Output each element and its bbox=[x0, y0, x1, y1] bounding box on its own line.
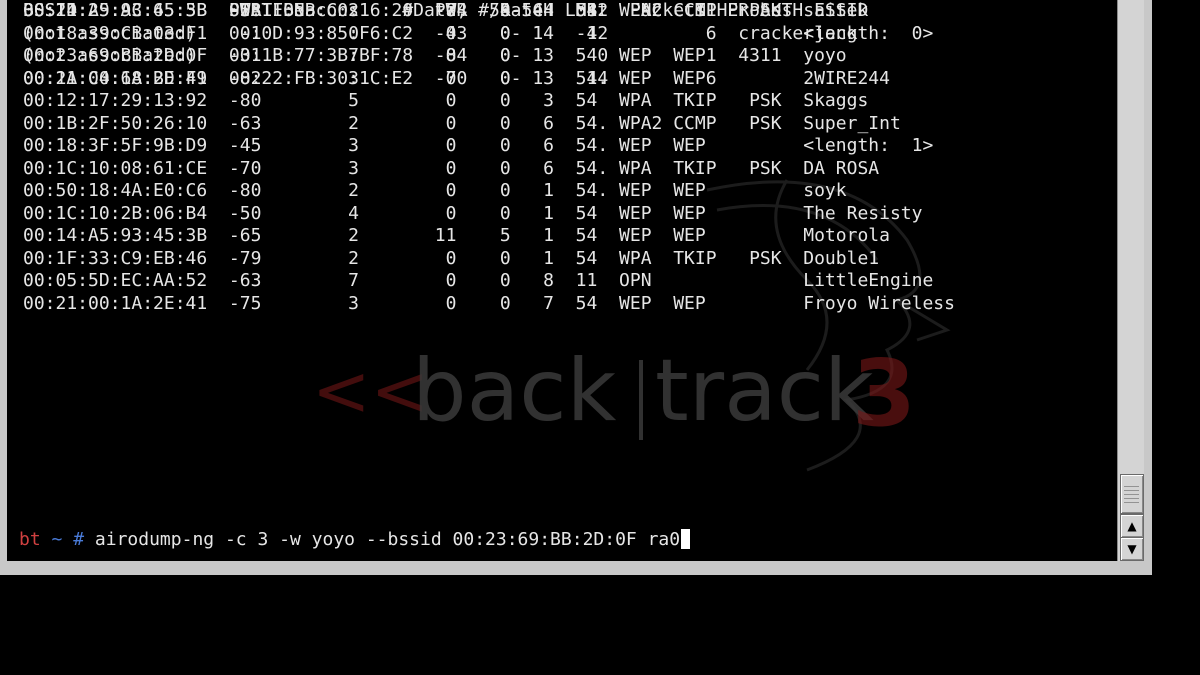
ap-row: 00:14:A5:93:45:3B -65 2 11 5 1 54 WEP WE… bbox=[23, 225, 890, 246]
terminal-window: << back track 3 BSSID PWR Beacons #Data,… bbox=[0, 0, 1152, 575]
scroll-down-button[interactable]: ▼ bbox=[1120, 537, 1144, 561]
station-table: 00:14:A5:93:45:3B 00:1F:5B:C0:16:20 -74 … bbox=[7, 0, 857, 90]
text-cursor bbox=[681, 529, 691, 549]
ap-row: 00:1F:33:C9:EB:46 -79 2 0 0 1 54 WPA TKI… bbox=[23, 247, 880, 269]
command-input[interactable]: airodump-ng -c 3 -w yoyo --bssid 00:23:6… bbox=[95, 529, 680, 550]
prompt-symbol: # bbox=[73, 529, 85, 550]
station-row: 00:14:A5:93:45:3B 00:1F:5B:C0:16:20 -74 … bbox=[23, 0, 717, 21]
vertical-scrollbar[interactable]: ▲ ▼ bbox=[1117, 0, 1144, 561]
ap-row: 00:05:5D:EC:AA:52 -63 7 0 0 8 11 OPN Lit… bbox=[23, 270, 934, 291]
prompt-path: ~ bbox=[51, 529, 63, 550]
ap-row: 00:1B:2F:50:26:10 -63 2 0 0 6 54. WPA2 C… bbox=[23, 112, 901, 134]
ap-row: 00:1C:10:2B:06:B4 -50 4 0 0 1 54 WEP WEP… bbox=[23, 202, 923, 224]
terminal-output-area[interactable]: << back track 3 BSSID PWR Beacons #Data,… bbox=[7, 0, 1117, 561]
scrollbar-thumb[interactable] bbox=[1120, 474, 1144, 514]
ap-row: 00:1C:10:08:61:CE -70 3 0 0 6 54. WPA TK… bbox=[23, 157, 880, 179]
svg-text:3: 3 bbox=[852, 340, 916, 447]
station-row: (not associated) 00:0D:93:85:F6:C2 -43 0… bbox=[23, 22, 858, 44]
station-row: (not associated) 00:1B:77:3B:BF:78 -84 0… bbox=[23, 45, 782, 66]
svg-text:back: back bbox=[412, 341, 617, 441]
command-prompt-line[interactable]: bt ~ # airodump-ng -c 3 -w yoyo --bssid … bbox=[19, 529, 691, 551]
ap-row: 00:21:00:1A:2E:41 -75 3 0 0 7 54 WEP WEP… bbox=[23, 292, 955, 314]
prompt-user: bt bbox=[19, 529, 41, 550]
scroll-up-button[interactable]: ▲ bbox=[1120, 514, 1144, 538]
arrow-up-icon: ▲ bbox=[1127, 519, 1137, 533]
svg-text:track: track bbox=[655, 341, 874, 441]
grip-icon bbox=[1124, 483, 1139, 503]
arrow-down-icon: ▼ bbox=[1127, 542, 1137, 556]
ap-row: 00:18:3F:5F:9B:D9 -45 3 0 0 6 54. WEP WE… bbox=[23, 135, 934, 156]
station-row: 00:21:00:1A:2E:41 00:22:FB:30:1C:E2 -70 … bbox=[23, 67, 717, 89]
ap-row: 00:12:17:29:13:92 -80 5 0 0 3 54 WPA TKI… bbox=[23, 90, 869, 111]
ap-row: 00:50:18:4A:E0:C6 -80 2 0 0 1 54. WEP WE… bbox=[23, 180, 847, 201]
